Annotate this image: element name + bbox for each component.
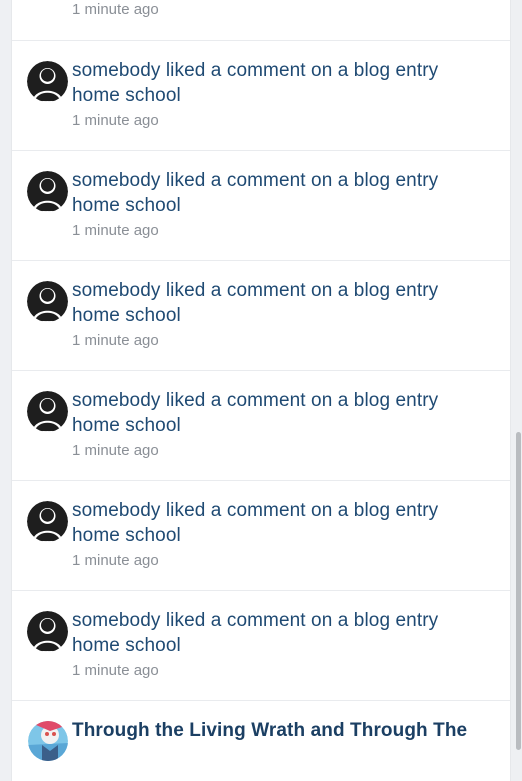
activity-item[interactable]: somebody liked a comment on a blog entry… [12,481,510,591]
default-user-avatar-icon[interactable] [27,501,68,542]
activity-time: 1 minute ago [72,552,159,569]
activity-link[interactable]: somebody liked a comment on a blog entry… [72,608,490,658]
default-user-avatar-icon[interactable] [27,281,68,322]
activity-link[interactable]: somebody liked a comment on a blog entry… [72,498,490,548]
activity-item[interactable]: somebody liked a comment on a blog entry… [12,151,510,261]
activity-time: 1 minute ago [72,112,159,129]
default-user-avatar-icon[interactable] [27,61,68,102]
user-photo-avatar-icon[interactable] [28,721,68,761]
activity-item[interactable]: somebody liked a comment on a blog entry… [12,371,510,481]
activity-link[interactable]: Through the Living Wrath and Through The [72,718,490,743]
default-user-avatar-icon[interactable] [27,391,68,432]
scrollbar-thumb[interactable] [516,432,521,750]
activity-time: 1 minute ago [72,1,159,18]
activity-item[interactable]: Through the Living Wrath and Through The [12,701,510,781]
scrollbar-track[interactable] [516,0,522,750]
activity-time: 1 minute ago [72,662,159,679]
activity-time: 1 minute ago [72,442,159,459]
activity-time: 1 minute ago [72,222,159,239]
activity-item[interactable]: somebody liked a comment on a blog entry… [12,591,510,701]
activity-item[interactable]: somebody liked a comment on a blog entry… [12,261,510,371]
activity-link[interactable]: somebody liked a comment on a blog entry… [72,278,490,328]
activity-time: 1 minute ago [72,332,159,349]
default-user-avatar-icon[interactable] [27,611,68,652]
activity-item[interactable]: somebody liked a comment on a blog entry… [12,41,510,151]
activity-item: 1 minute ago [12,0,510,41]
activity-link[interactable]: somebody liked a comment on a blog entry… [72,58,490,108]
activity-link[interactable]: somebody liked a comment on a blog entry… [72,388,490,438]
activity-feed: 1 minute ago somebody liked a comment on… [12,0,510,781]
activity-link[interactable]: somebody liked a comment on a blog entry… [72,168,490,218]
default-user-avatar-icon[interactable] [27,171,68,212]
